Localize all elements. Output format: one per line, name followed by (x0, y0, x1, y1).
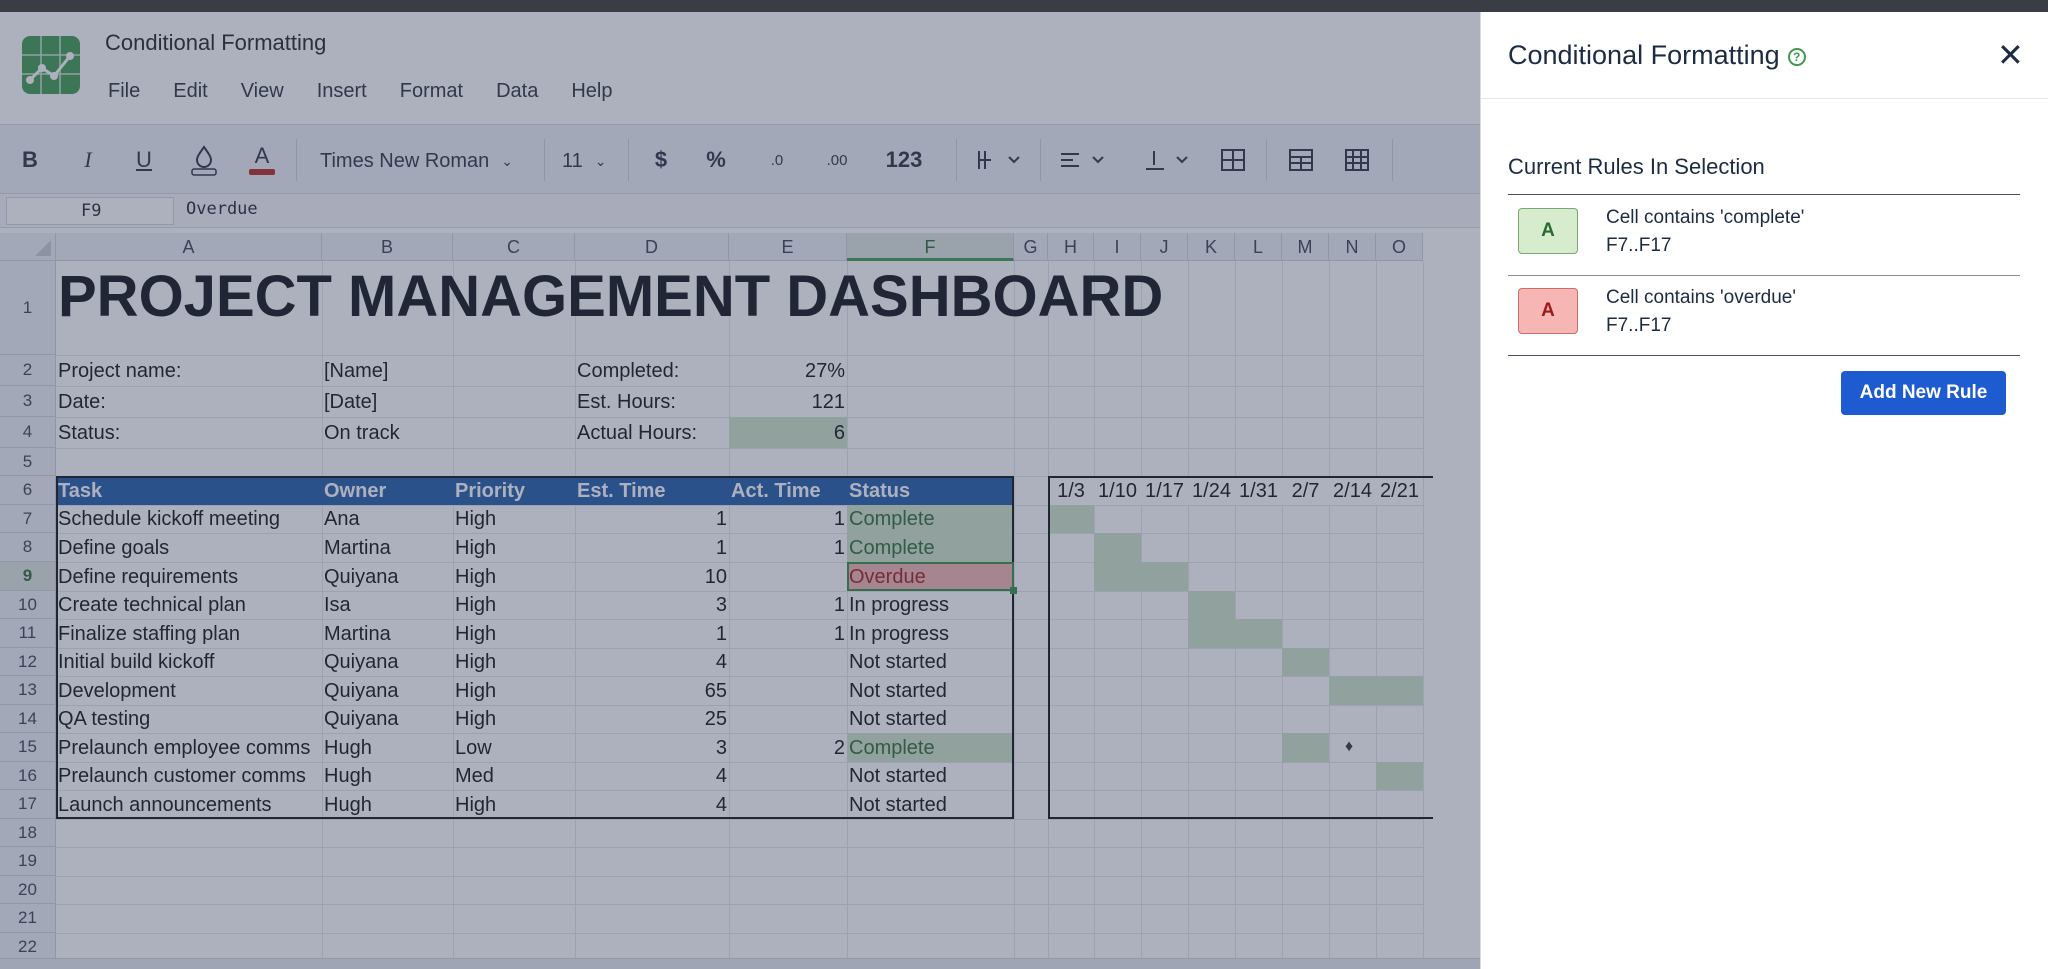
rule-range: F7..F17 (1606, 315, 1672, 336)
close-icon[interactable]: ✕ (1997, 36, 2024, 74)
add-new-rule-button[interactable]: Add New Rule (1841, 371, 2006, 415)
help-icon[interactable]: ? (1787, 47, 1806, 66)
rule-description: Cell contains 'overdue' (1606, 287, 1796, 308)
modal-backdrop[interactable] (0, 12, 1480, 969)
panel-title: Conditional Formatting? (1508, 40, 1806, 71)
browser-top-bar (0, 0, 2048, 12)
rules-divider (1508, 355, 2020, 356)
rule-range: F7..F17 (1606, 235, 1672, 256)
rule-preview-swatch: A (1518, 288, 1578, 334)
panel-title-text: Conditional Formatting (1508, 40, 1780, 70)
panel-divider (1481, 98, 2048, 99)
section-title: Current Rules In Selection (1508, 154, 1765, 179)
rule-item[interactable]: A Cell contains 'overdue' F7..F17 (1508, 275, 2020, 355)
rule-preview-swatch: A (1518, 208, 1578, 254)
rule-description: Cell contains 'complete' (1606, 207, 1805, 228)
rule-item[interactable]: A Cell contains 'complete' F7..F17 (1508, 195, 2020, 275)
conditional-formatting-panel: Conditional Formatting? ✕ Current Rules … (1480, 12, 2048, 969)
